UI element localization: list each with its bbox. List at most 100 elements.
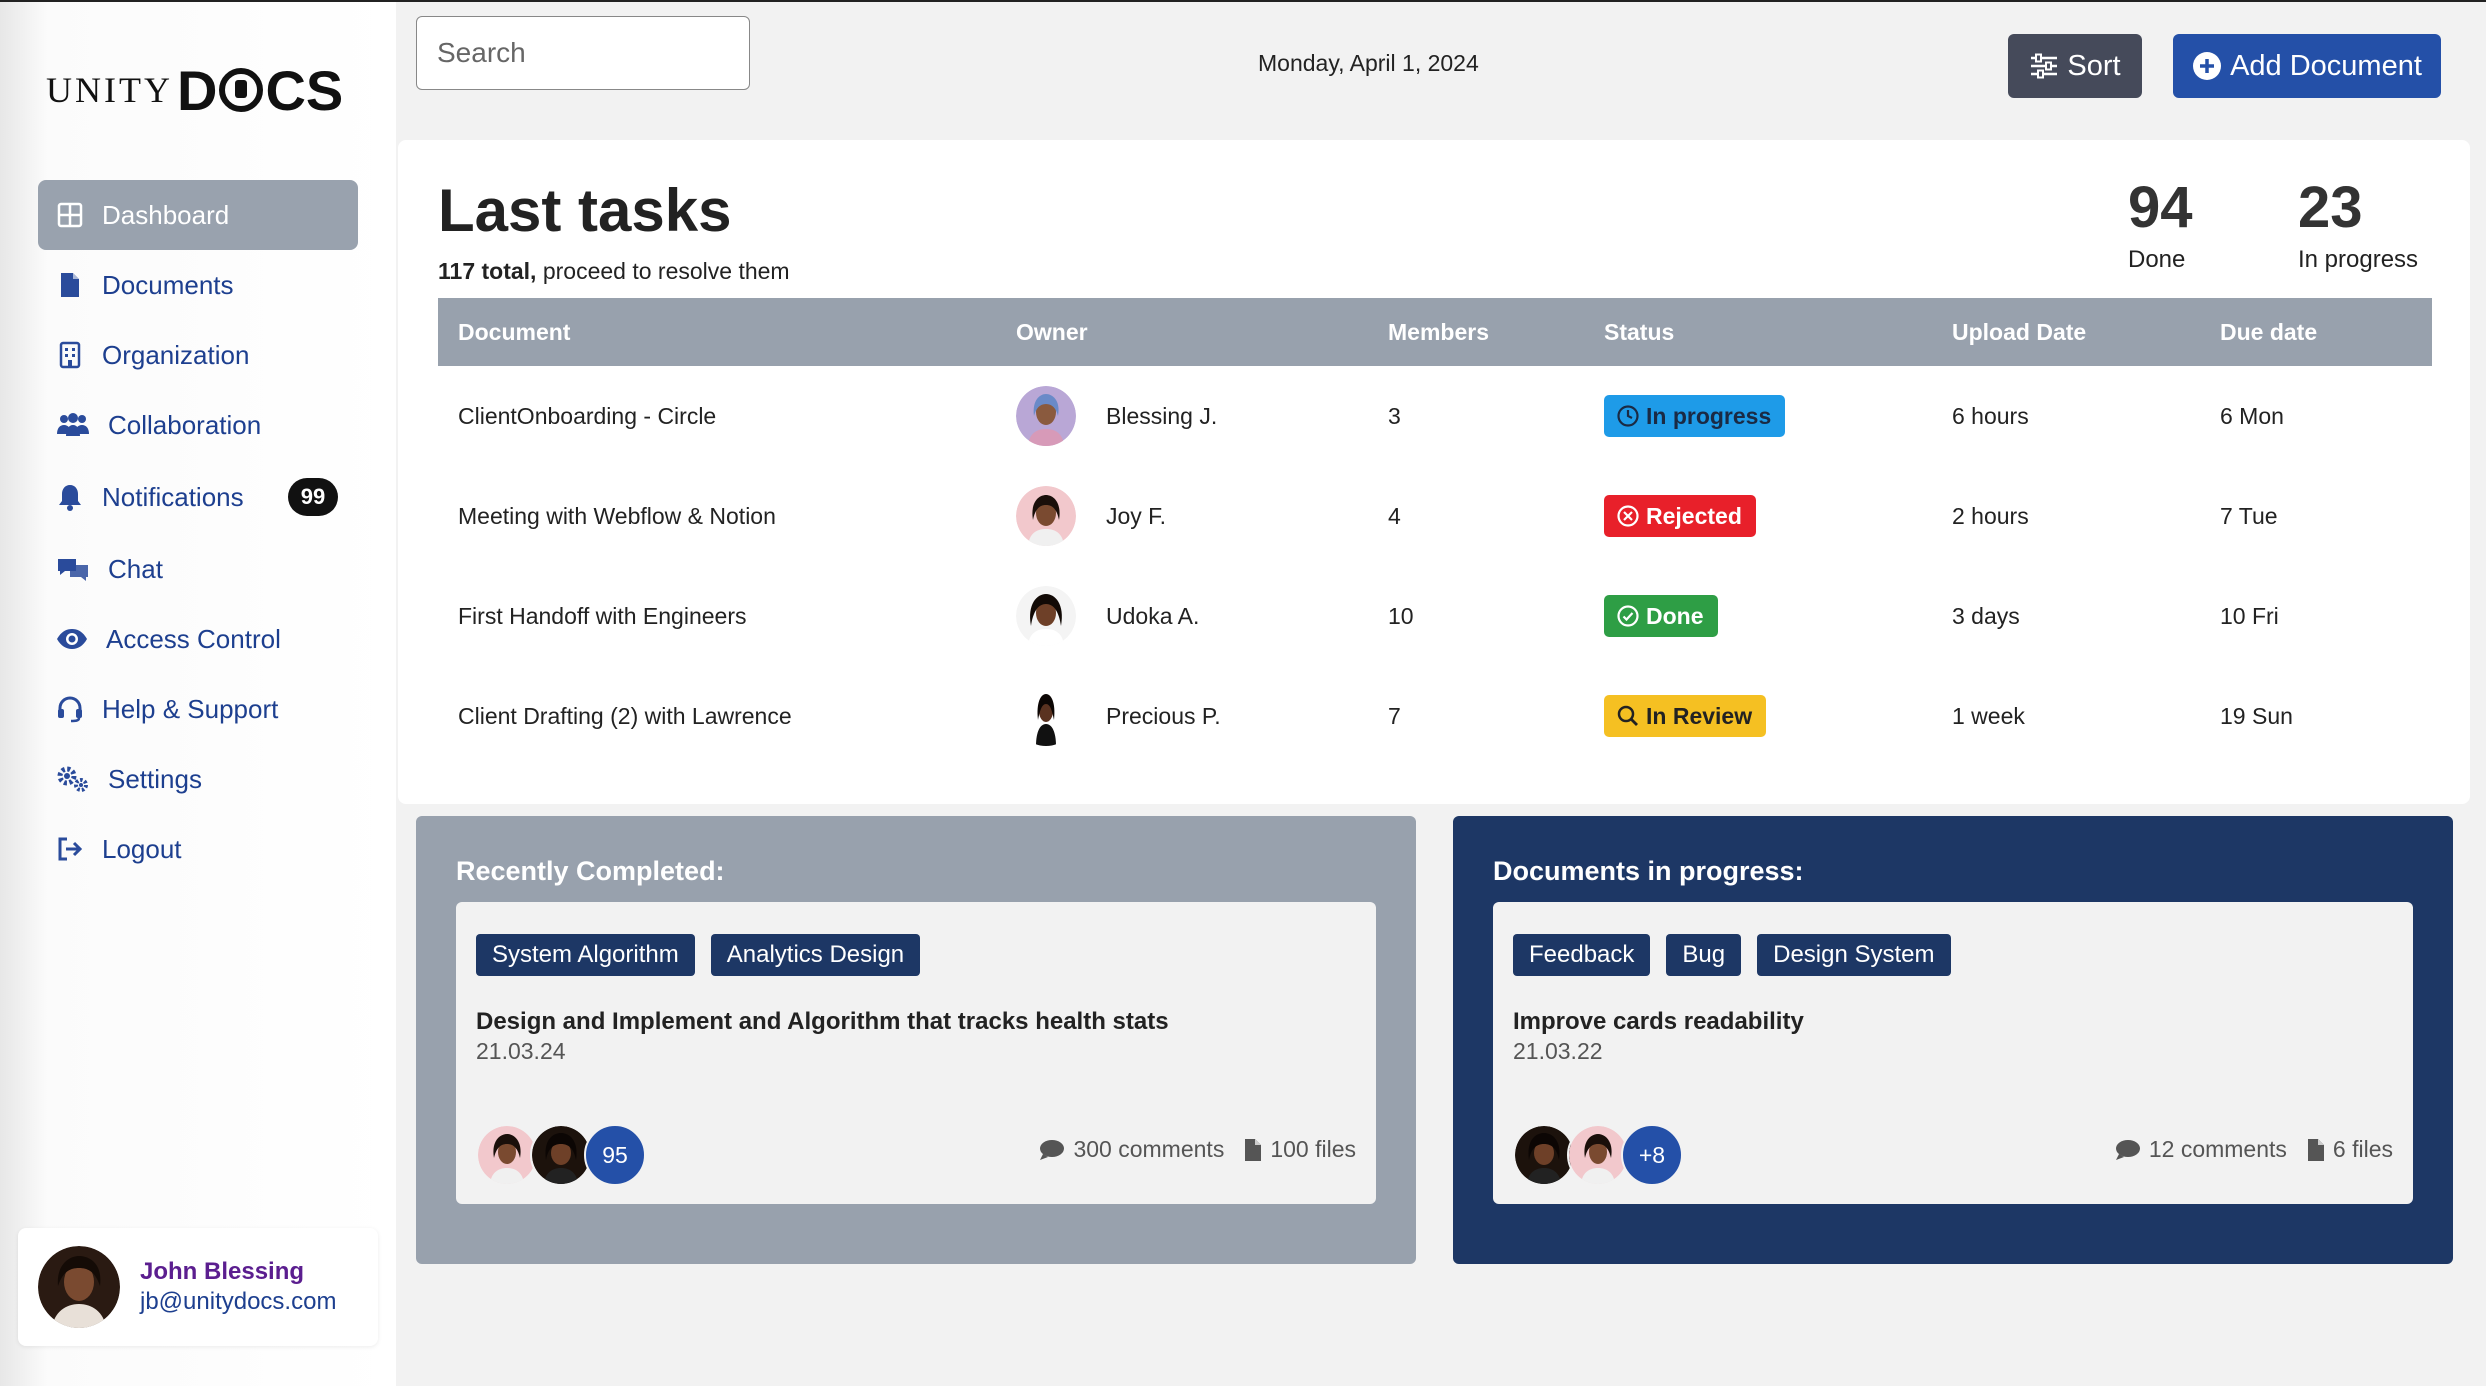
logo[interactable]: UNITY D CS	[46, 59, 343, 122]
column-header-document[interactable]: Document	[438, 319, 1016, 346]
member-avatars[interactable]: +8	[1513, 1124, 1683, 1186]
document-date: 21.03.22	[1513, 1038, 1603, 1064]
status-badge[interactable]: In progress	[1604, 395, 1786, 437]
member-avatars[interactable]: 95	[476, 1124, 646, 1186]
document-name[interactable]: Client Drafting (2) with Lawrence	[438, 703, 1016, 730]
owner-avatar	[1016, 486, 1076, 546]
sidebar-item-notifications[interactable]: Notifications 99	[38, 460, 358, 534]
sidebar-item-label: Settings	[108, 763, 202, 794]
stat-done-value: 94	[2128, 175, 2193, 240]
status-label: In progress	[1646, 402, 1772, 429]
completed-document-card[interactable]: System Algorithm Analytics Design Design…	[456, 902, 1376, 1204]
add-document-button[interactable]: Add Document	[2173, 34, 2441, 98]
files-count[interactable]: 6 files	[2307, 1136, 2393, 1163]
sidebar-item-label: Access Control	[106, 623, 281, 654]
column-header-due-date[interactable]: Due date	[2220, 319, 2420, 346]
upload-date: 2 hours	[1952, 502, 2029, 529]
column-header-status[interactable]: Status	[1604, 319, 1952, 346]
sidebar-item-collaboration[interactable]: Collaboration	[38, 390, 358, 460]
tag-list: System Algorithm Analytics Design	[476, 934, 936, 976]
files-count[interactable]: 100 files	[1244, 1136, 1356, 1163]
sidebar-item-chat[interactable]: Chat	[38, 534, 358, 604]
document-name[interactable]: ClientOnboarding - Circle	[438, 403, 1016, 430]
sort-button[interactable]: Sort	[2008, 34, 2142, 98]
file-icon	[56, 271, 84, 299]
owner-name: Udoka A.	[1106, 602, 1200, 629]
owner-name: Blessing J.	[1106, 402, 1218, 429]
owner-avatar	[1016, 386, 1076, 446]
column-header-members[interactable]: Members	[1388, 319, 1604, 346]
last-tasks-panel: Last tasks 117 total, proceed to resolve…	[398, 140, 2470, 804]
sidebar-item-help-support[interactable]: Help & Support	[38, 674, 358, 744]
document-name[interactable]: Meeting with Webflow & Notion	[438, 503, 1016, 530]
user-profile-card[interactable]: John Blessing jb@unitydocs.com	[18, 1228, 378, 1346]
comment-icon	[1040, 1139, 1065, 1160]
sidebar-item-documents[interactable]: Documents	[38, 250, 358, 320]
sidebar-item-label: Chat	[108, 553, 163, 584]
tasks-total: 117 total,	[438, 258, 537, 284]
status-badge[interactable]: Rejected	[1604, 495, 1756, 537]
chat-icon	[56, 555, 90, 583]
table-header: Document Owner Members Status Upload Dat…	[438, 298, 2432, 366]
comments-label: 12 comments	[2148, 1136, 2287, 1162]
upload-date: 6 hours	[1952, 402, 2029, 429]
sidebar-item-label: Documents	[102, 269, 234, 300]
column-header-owner[interactable]: Owner	[1016, 319, 1388, 346]
column-header-upload-date[interactable]: Upload Date	[1952, 319, 2220, 346]
document-title: Design and Implement and Algorithm that …	[476, 1008, 1169, 1035]
members-count: 4	[1388, 502, 1401, 529]
in-progress-document-card[interactable]: Feedback Bug Design System Improve cards…	[1493, 902, 2413, 1204]
tag[interactable]: Bug	[1666, 934, 1742, 976]
table-row[interactable]: ClientOnboarding - Circle Blessing J. 3 …	[438, 366, 2432, 466]
sidebar-item-settings[interactable]: Settings	[38, 744, 358, 814]
files-label: 100 files	[1270, 1136, 1356, 1162]
users-icon	[56, 411, 90, 439]
tasks-summary: 117 total, proceed to resolve them	[438, 258, 790, 285]
recently-completed-title: Recently Completed:	[456, 856, 725, 886]
sidebar-item-dashboard[interactable]: Dashboard	[38, 180, 358, 250]
due-date: 10 Fri	[2220, 602, 2279, 629]
user-avatar	[38, 1246, 120, 1328]
owner-avatar	[1016, 686, 1076, 746]
search-input[interactable]	[416, 16, 750, 90]
sidebar-item-label: Notifications	[102, 481, 244, 512]
file-icon	[1245, 1138, 1262, 1161]
status-badge[interactable]: Done	[1604, 595, 1718, 637]
sidebar-item-label: Help & Support	[102, 693, 279, 724]
table-row[interactable]: First Handoff with Engineers Udoka A. 10…	[438, 566, 2432, 666]
tag[interactable]: Design System	[1757, 934, 1951, 976]
upload-date: 1 week	[1952, 702, 2025, 729]
member-avatar	[530, 1124, 592, 1186]
members-count: 3	[1388, 402, 1401, 429]
owner-cell: Joy F.	[1016, 486, 1388, 546]
table-row[interactable]: Meeting with Webflow & Notion Joy F. 4 R…	[438, 466, 2432, 566]
document-title: Improve cards readability	[1513, 1008, 1804, 1035]
tasks-table: Document Owner Members Status Upload Dat…	[438, 298, 2432, 766]
sidebar-item-organization[interactable]: Organization	[38, 320, 358, 390]
sidebar-nav: Dashboard Documents Organization Collabo…	[38, 180, 358, 884]
sidebar-item-access-control[interactable]: Access Control	[38, 604, 358, 674]
search-icon	[1617, 705, 1638, 726]
stat-in-progress-label: In progress	[2298, 246, 2419, 273]
sidebar-item-logout[interactable]: Logout	[38, 814, 358, 884]
sidebar-item-label: Logout	[102, 833, 182, 864]
status-badge[interactable]: In Review	[1604, 695, 1767, 737]
user-email[interactable]: jb@unitydocs.com	[140, 1288, 336, 1316]
recently-completed-card: Recently Completed: System Algorithm Ana…	[416, 816, 1416, 1264]
tag[interactable]: Analytics Design	[710, 934, 921, 976]
tag[interactable]: Feedback	[1513, 934, 1651, 976]
document-date: 21.03.24	[476, 1038, 566, 1064]
document-name[interactable]: First Handoff with Engineers	[438, 603, 1016, 630]
eye-icon	[56, 625, 88, 653]
files-label: 6 files	[2332, 1136, 2393, 1162]
member-count-badge: 95	[584, 1124, 646, 1186]
table-row[interactable]: Client Drafting (2) with Lawrence Precio…	[438, 666, 2432, 766]
stat-in-progress: 23 In progress	[2298, 176, 2418, 274]
comments-count[interactable]: 12 comments	[2115, 1136, 2287, 1163]
gears-icon	[56, 765, 90, 793]
comments-count[interactable]: 300 comments	[1039, 1136, 1224, 1163]
owner-cell: Udoka A.	[1016, 586, 1388, 646]
documents-in-progress-title: Documents in progress:	[1493, 856, 1804, 886]
logo-docs-mark: D CS	[176, 58, 344, 122]
tag[interactable]: System Algorithm	[476, 934, 695, 976]
